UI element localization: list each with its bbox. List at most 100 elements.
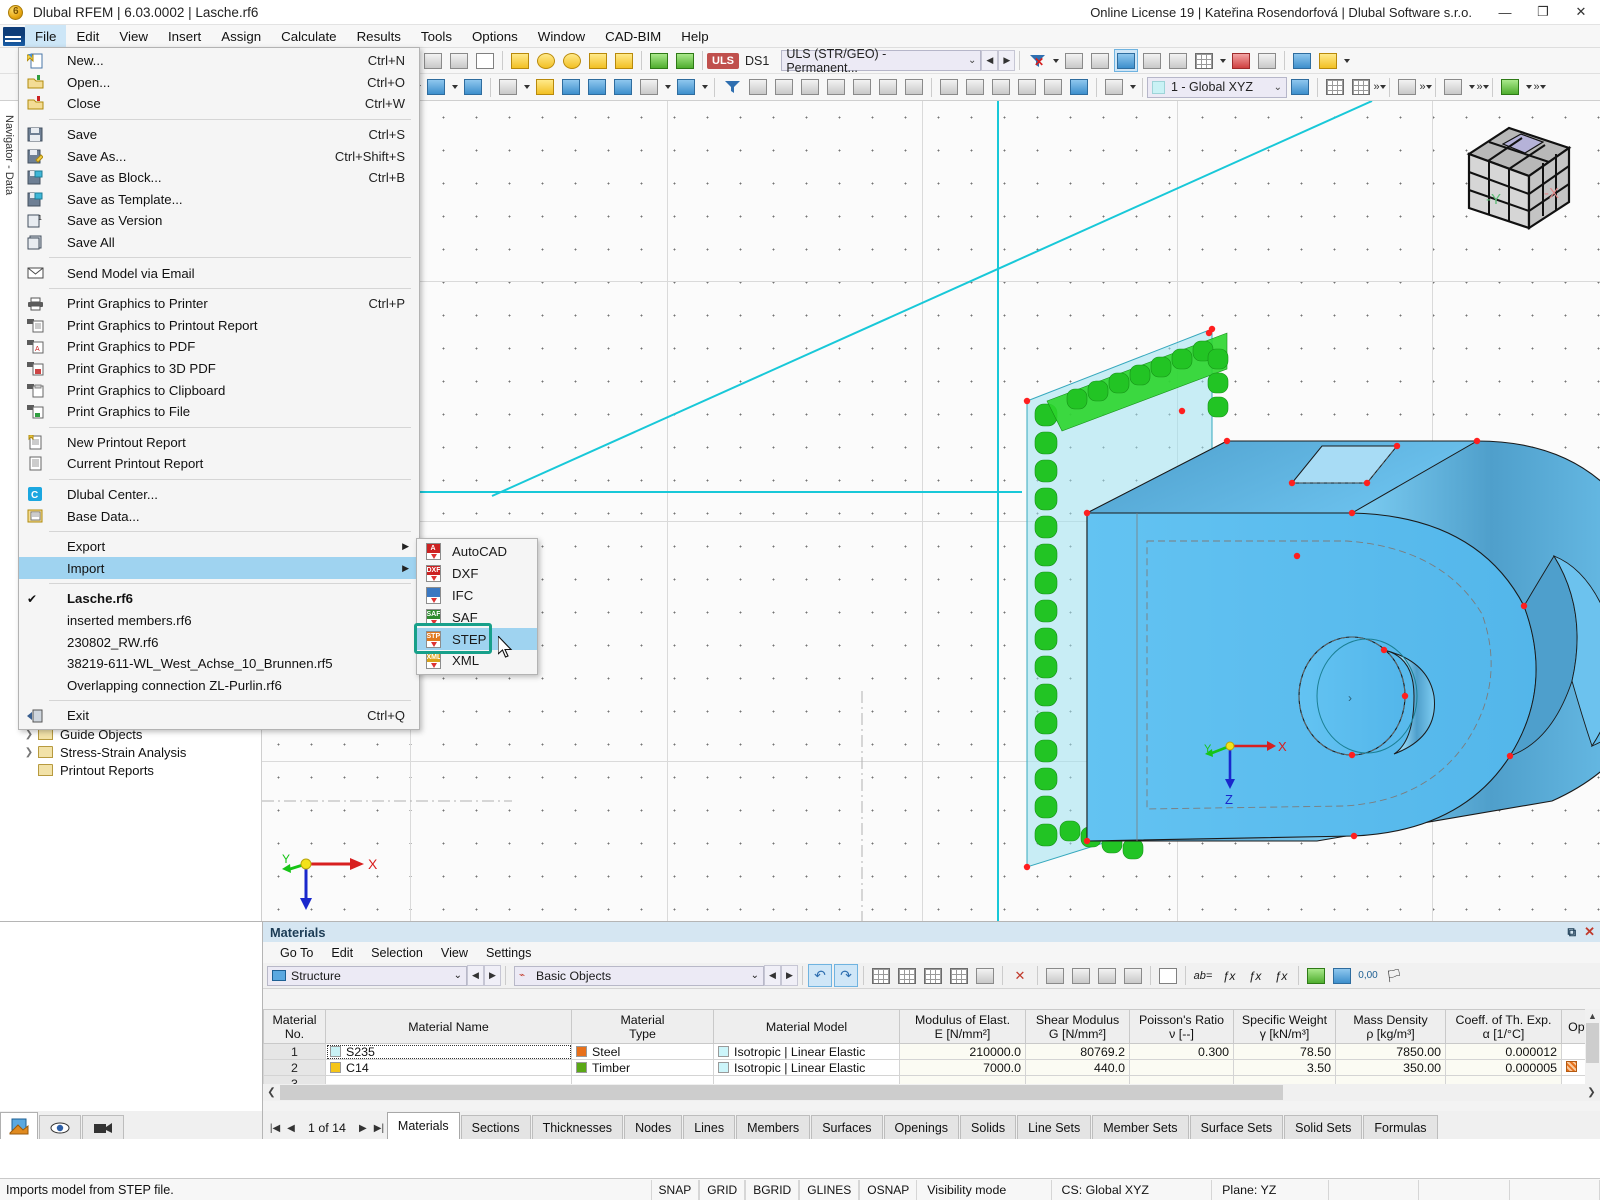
table-select-icon[interactable] xyxy=(612,49,636,72)
region-select-icon[interactable] xyxy=(586,49,610,72)
objects-filter-select[interactable]: ⌁ Basic Objects ⌄ xyxy=(514,965,764,986)
cell-model[interactable]: Isotropic | Linear Elastic xyxy=(713,1059,900,1076)
show-supports-icon[interactable] xyxy=(1114,49,1139,72)
3d-viewport[interactable]: › X Y Z X Y -Y -X xyxy=(262,101,1600,921)
minimize-button[interactable]: — xyxy=(1486,0,1524,24)
mp-menu-selection[interactable]: Selection xyxy=(362,944,432,962)
toggle-osnap[interactable]: OSNAP xyxy=(859,1179,918,1200)
first-page-button[interactable]: |◀ xyxy=(267,1117,283,1139)
import-dxf[interactable]: DXF DXF xyxy=(417,563,537,585)
print-preview-icon[interactable] xyxy=(1290,49,1314,72)
menu-item-new-printout-report[interactable]: New Printout Report xyxy=(19,432,419,454)
tab-thicknesses[interactable]: Thicknesses xyxy=(531,1115,624,1139)
table-export-dropdown[interactable] xyxy=(1523,76,1534,99)
table-export-overflow[interactable]: » xyxy=(1533,76,1545,99)
foundation-dropdown[interactable] xyxy=(699,76,710,99)
load-case-prev-icon[interactable] xyxy=(647,49,671,72)
script-console-icon[interactable] xyxy=(447,49,471,72)
coordinate-system-edit-icon[interactable] xyxy=(1288,76,1312,99)
menu-item-print-to-pdf[interactable]: A Print Graphics to PDF xyxy=(19,336,419,358)
import-step[interactable]: STP STEP xyxy=(417,628,537,650)
prev-page-button[interactable]: ◀ xyxy=(283,1117,299,1139)
tab-surfaces[interactable]: Surfaces xyxy=(811,1115,883,1139)
col-poissons-ratio[interactable]: Poisson's Ratio ν [--] xyxy=(1129,1009,1234,1044)
import-autocad[interactable]: A AutoCAD xyxy=(417,541,537,563)
menu-item-send-model-email[interactable]: Send Model via Email xyxy=(19,262,419,284)
scrollbar-thumb[interactable] xyxy=(1586,1023,1599,1063)
cell-name[interactable]: C14 xyxy=(325,1059,572,1076)
cell-rho[interactable]: 350.00 xyxy=(1335,1059,1446,1076)
formula-fx-icon[interactable]: ƒx xyxy=(1217,964,1241,987)
table-row-insert-icon[interactable] xyxy=(895,964,919,987)
load-wizard-icon[interactable] xyxy=(798,76,822,99)
menu-window[interactable]: Window xyxy=(528,25,595,48)
menu-item-save[interactable]: Save Ctrl+S xyxy=(19,124,419,146)
menu-item-print-to-clipboard[interactable]: Print Graphics to Clipboard xyxy=(19,379,419,401)
menu-item-save-as-template[interactable]: Save as Template... xyxy=(19,189,419,211)
show-values-icon[interactable] xyxy=(1088,49,1112,72)
import-table-icon[interactable] xyxy=(1304,964,1328,987)
mp-menu-edit[interactable]: Edit xyxy=(322,944,362,962)
menu-item-close[interactable]: Close Ctrl+W xyxy=(19,93,419,115)
menu-item-print-to-3d-pdf[interactable]: Print Graphics to 3D PDF xyxy=(19,358,419,380)
tab-line-sets[interactable]: Line Sets xyxy=(1017,1115,1092,1139)
rotate-select-icon[interactable] xyxy=(534,49,558,72)
recent-file-38219-611[interactable]: 38219-611-WL_West_Achse_10_Brunnen.rf5 xyxy=(19,653,419,675)
table-horizontal-scrollbar[interactable]: ❮ ❯ xyxy=(263,1084,1600,1101)
member-hinge-icon[interactable] xyxy=(963,76,987,99)
cell-G[interactable]: 440.0 xyxy=(1025,1059,1130,1076)
work-plane-grid-icon[interactable] xyxy=(1323,76,1347,99)
objects-filter-prev[interactable]: ◀ xyxy=(764,965,781,986)
recent-file-overlapping-connection[interactable]: Overlapping connection ZL-Purlin.rf6 xyxy=(19,674,419,696)
cell-type[interactable]: Steel xyxy=(571,1043,714,1060)
table-view-icon[interactable] xyxy=(869,964,893,987)
menu-view[interactable]: View xyxy=(109,25,158,48)
toggle-snap[interactable]: SNAP xyxy=(650,1179,700,1200)
model-view-dropdown[interactable] xyxy=(1466,76,1477,99)
close-icon[interactable]: ✕ xyxy=(1584,924,1595,940)
import-saf[interactable]: SAF SAF xyxy=(417,606,537,628)
menu-tools[interactable]: Tools xyxy=(411,25,462,48)
cell-type[interactable]: Timber xyxy=(571,1059,714,1076)
scrollbar-track[interactable] xyxy=(280,1085,1583,1100)
col-material-name[interactable]: Material Name xyxy=(325,1009,572,1044)
tab-openings[interactable]: Openings xyxy=(883,1115,960,1139)
insert-row-above-icon[interactable] xyxy=(1043,964,1067,987)
tree-item-stress-strain-analysis[interactable]: ❯ Stress-Strain Analysis xyxy=(20,743,261,761)
solid-insert-icon[interactable] xyxy=(461,76,485,99)
menu-options[interactable]: Options xyxy=(462,25,528,48)
render-solid-icon[interactable] xyxy=(1166,49,1190,72)
member-eccentricity-icon[interactable] xyxy=(937,76,961,99)
menu-item-import[interactable]: Import ▶ xyxy=(19,557,419,580)
formula-fx3-icon[interactable]: ƒx xyxy=(1269,964,1293,987)
menu-item-exit[interactable]: Exit Ctrl+Q xyxy=(19,705,419,727)
line-release-icon[interactable] xyxy=(902,76,926,99)
menu-edit[interactable]: Edit xyxy=(66,25,109,48)
col-specific-weight[interactable]: Specific Weight γ [kN/m³] xyxy=(1233,1009,1336,1044)
toggle-bgrid[interactable]: BGRID xyxy=(745,1179,800,1200)
comment-icon[interactable]: 🏳 xyxy=(1382,964,1406,987)
structure-filter-select[interactable]: Structure ⌄ xyxy=(267,965,467,986)
menu-item-save-as[interactable]: Save As... Ctrl+Shift+S xyxy=(19,145,419,167)
col-material-model[interactable]: Material Model xyxy=(713,1009,900,1044)
toggle-glines[interactable]: GLINES xyxy=(799,1179,860,1200)
recent-file-lasche[interactable]: ✔ Lasche.rf6 xyxy=(19,588,419,610)
move-row-up-icon[interactable] xyxy=(1095,964,1119,987)
mp-menu-settings[interactable]: Settings xyxy=(477,944,541,962)
surface-load-icon[interactable] xyxy=(824,76,848,99)
calculation-diagram-icon[interactable] xyxy=(1316,49,1340,72)
menu-help[interactable]: Help xyxy=(671,25,718,48)
tab-lines[interactable]: Lines xyxy=(683,1115,736,1139)
solid-contact-icon[interactable] xyxy=(850,76,874,99)
table-detail-icon[interactable] xyxy=(973,964,997,987)
mp-menu-view[interactable]: View xyxy=(432,944,477,962)
menu-cad-bim[interactable]: CAD-BIM xyxy=(595,25,671,48)
tab-solid-sets[interactable]: Solid Sets xyxy=(1284,1115,1363,1139)
tab-surface-sets[interactable]: Surface Sets xyxy=(1189,1115,1284,1139)
cell-rho[interactable]: 7850.00 xyxy=(1335,1043,1446,1060)
filter-icon[interactable] xyxy=(720,76,744,99)
menu-insert[interactable]: Insert xyxy=(158,25,211,48)
menu-item-print-to-printer[interactable]: Print Graphics to Printer Ctrl+P xyxy=(19,293,419,315)
menu-item-new[interactable]: New... Ctrl+N xyxy=(19,50,419,72)
tab-visibility-icon[interactable] xyxy=(39,1115,81,1139)
